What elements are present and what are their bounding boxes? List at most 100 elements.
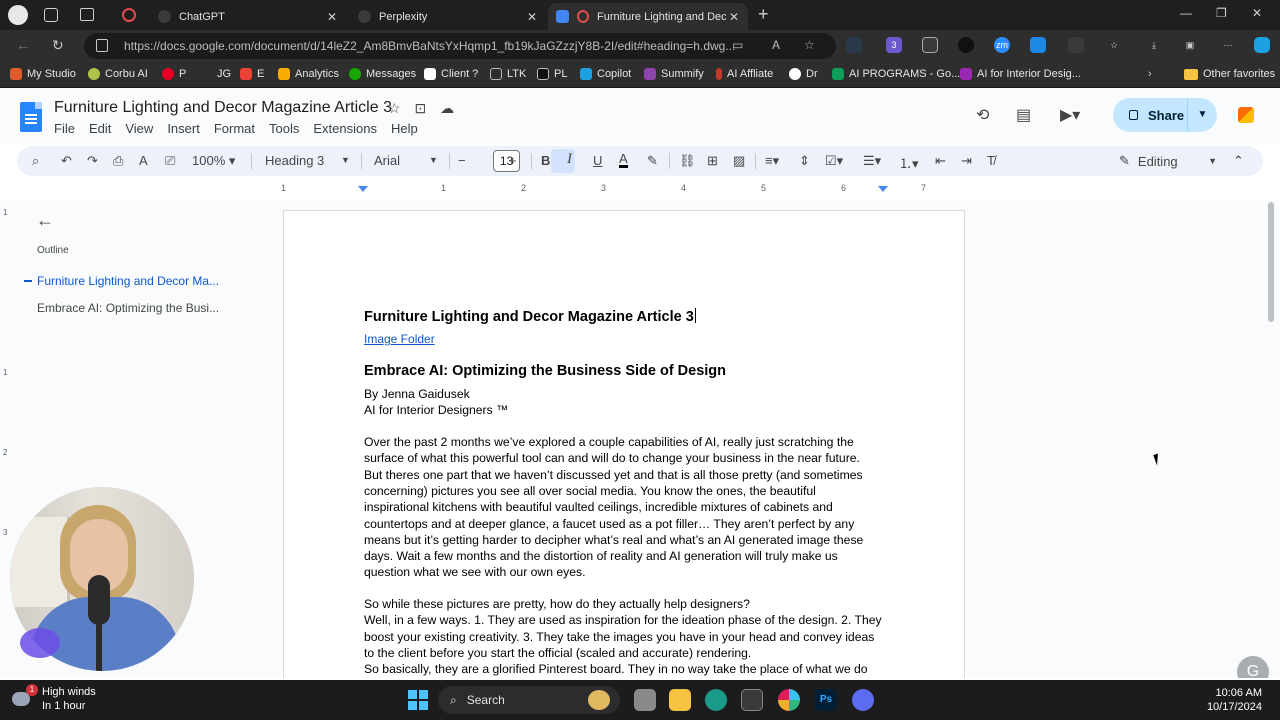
- close-icon[interactable]: ✕: [524, 10, 540, 24]
- profile-avatar-icon[interactable]: [8, 5, 28, 25]
- account-avatar[interactable]: [1238, 107, 1254, 123]
- bookmark-messages[interactable]: Messages: [349, 68, 416, 80]
- close-icon[interactable]: ✕: [726, 10, 742, 24]
- bookmark-ai-programs[interactable]: AI PROGRAMS - Go...: [832, 68, 960, 80]
- add-comment-icon[interactable]: ⊞: [707, 153, 718, 169]
- cloud-saved-icon[interactable]: ☁: [440, 100, 454, 116]
- app-icon[interactable]: [852, 689, 874, 711]
- article-heading[interactable]: Embrace AI: Optimizing the Business Side…: [364, 363, 894, 379]
- horizontal-ruler[interactable]: 1 1 2 3 4 5 6 7: [281, 180, 965, 196]
- menu-view[interactable]: View: [125, 121, 153, 136]
- redo-icon[interactable]: ↷: [87, 153, 98, 169]
- document-page[interactable]: Furniture Lighting and Decor Magazine Ar…: [283, 210, 965, 678]
- favorite-star-icon[interactable]: ☆: [804, 38, 815, 52]
- insert-link-icon[interactable]: ⛓: [679, 153, 696, 169]
- url-text[interactable]: https://docs.google.com/document/d/14leZ…: [124, 39, 735, 53]
- bookmark-dr[interactable]: Dr: [789, 68, 818, 80]
- copilot-icon[interactable]: [1254, 37, 1270, 53]
- menu-format[interactable]: Format: [214, 121, 255, 136]
- reload-icon[interactable]: ↻: [52, 37, 64, 54]
- underline-icon[interactable]: U: [593, 153, 602, 168]
- extension-icon[interactable]: [958, 37, 974, 53]
- other-favorites-folder[interactable]: Other favorites: [1184, 68, 1275, 80]
- recorder-control-button[interactable]: [20, 628, 60, 658]
- move-folder-icon[interactable]: ⊡: [414, 100, 426, 116]
- menu-tools[interactable]: Tools: [269, 121, 299, 136]
- close-icon[interactable]: ✕: [324, 10, 340, 24]
- meet-camera-icon[interactable]: ▶▾: [1060, 105, 1080, 125]
- edge-icon[interactable]: [705, 689, 727, 711]
- menu-insert[interactable]: Insert: [167, 121, 200, 136]
- bookmark-ltk[interactable]: LTK: [490, 68, 526, 80]
- italic-icon[interactable]: I: [567, 151, 572, 168]
- more-menu-icon[interactable]: ⋯: [1220, 37, 1236, 53]
- task-view-icon[interactable]: [634, 689, 656, 711]
- bookmark-client[interactable]: Client ?: [424, 68, 478, 80]
- slack-icon[interactable]: [778, 689, 800, 711]
- outline-item-title[interactable]: Furniture Lighting and Decor Ma...: [37, 274, 219, 288]
- checklist-icon[interactable]: ☑▾: [825, 153, 843, 169]
- address-bar[interactable]: https://docs.google.com/document/d/14leZ…: [84, 33, 836, 59]
- document-title[interactable]: Furniture Lighting and Decor Magazine Ar…: [54, 99, 392, 117]
- chevron-down-icon[interactable]: ▼: [429, 155, 438, 165]
- bookmark-analytics[interactable]: Analytics: [278, 68, 339, 80]
- image-folder-link[interactable]: Image Folder: [364, 331, 894, 347]
- version-history-icon[interactable]: ⟲: [976, 105, 989, 125]
- workspaces-icon[interactable]: [44, 8, 58, 22]
- system-clock[interactable]: 10:06 AM 10/17/2024: [1207, 686, 1262, 714]
- align-icon[interactable]: ≡▾: [765, 153, 779, 169]
- tab-google-docs[interactable]: Furniture Lighting and Decor ✕: [548, 3, 748, 30]
- extension-badge-icon[interactable]: 3: [886, 37, 902, 53]
- photoshop-icon[interactable]: Ps: [815, 689, 837, 711]
- record-icon[interactable]: [122, 8, 136, 22]
- screen-cast-icon[interactable]: ▭: [732, 38, 743, 52]
- extensions-puzzle-icon[interactable]: [1068, 37, 1084, 53]
- file-explorer-icon[interactable]: [669, 689, 691, 711]
- extension-icon[interactable]: [846, 37, 862, 53]
- increase-font-size-icon[interactable]: +: [509, 153, 517, 168]
- highlight-icon[interactable]: ✎: [647, 153, 658, 169]
- undo-icon[interactable]: ↶: [61, 153, 72, 169]
- chevron-down-icon[interactable]: ▼: [341, 155, 350, 165]
- menu-help[interactable]: Help: [391, 121, 418, 136]
- paint-format-icon[interactable]: ⎚: [165, 153, 175, 169]
- numbered-list-icon[interactable]: ⒈▾: [899, 153, 919, 172]
- taskbar-search[interactable]: ⌕ Search: [438, 686, 620, 714]
- close-outline-back-icon[interactable]: ←: [36, 210, 54, 231]
- menu-extensions[interactable]: Extensions: [313, 121, 377, 136]
- outline-item-heading[interactable]: Embrace AI: Optimizing the Busi...: [37, 301, 219, 315]
- document-title-heading[interactable]: Furniture Lighting and Decor Magazine Ar…: [364, 308, 894, 325]
- tab-perplexity[interactable]: Perplexity ✕: [350, 3, 546, 30]
- weather-widget[interactable]: High winds In 1 hour: [42, 685, 96, 713]
- decrease-font-size-icon[interactable]: −: [458, 153, 466, 168]
- zoom-select[interactable]: 100% ▾: [192, 153, 235, 169]
- vertical-scrollbar[interactable]: [1268, 202, 1274, 322]
- menu-file[interactable]: File: [54, 121, 75, 136]
- app-icon[interactable]: [741, 689, 763, 711]
- extension-icon[interactable]: [922, 37, 938, 53]
- favorites-icon[interactable]: ☆: [1106, 37, 1122, 53]
- search-menus-icon[interactable]: ⌕: [32, 153, 39, 169]
- downloads-icon[interactable]: ⤓: [1146, 37, 1162, 53]
- bookmark-pl[interactable]: PL: [537, 68, 567, 80]
- collections-icon[interactable]: ▣: [1182, 37, 1198, 53]
- bookmark-my-studio[interactable]: My Studio: [10, 68, 76, 80]
- font-select[interactable]: Arial: [374, 153, 434, 168]
- bookmark-e[interactable]: E: [240, 68, 264, 80]
- bookmark-ai-affiliate[interactable]: AI Affliate: [716, 68, 773, 80]
- hide-menus-icon[interactable]: ⌃: [1233, 153, 1244, 169]
- decrease-indent-icon[interactable]: ⇤: [935, 153, 946, 169]
- insert-image-icon[interactable]: ▨: [733, 153, 745, 169]
- comments-icon[interactable]: ▤: [1016, 105, 1031, 125]
- left-indent-marker[interactable]: [358, 186, 368, 192]
- tab-chatgpt[interactable]: ChatGPT ✕: [150, 3, 346, 30]
- bookmark-ai-interior[interactable]: AI for Interior Desig...: [960, 68, 1081, 80]
- windows-start-icon[interactable]: [408, 690, 428, 710]
- clear-formatting-icon[interactable]: T̸: [987, 153, 995, 168]
- text-color-icon[interactable]: A: [619, 152, 628, 168]
- bold-icon[interactable]: B: [541, 153, 550, 168]
- star-icon[interactable]: ☆: [388, 100, 401, 116]
- share-dropdown-icon[interactable]: ▼: [1187, 98, 1217, 132]
- read-aloud-icon[interactable]: A: [772, 38, 780, 52]
- minimize-button[interactable]: —: [1180, 6, 1192, 20]
